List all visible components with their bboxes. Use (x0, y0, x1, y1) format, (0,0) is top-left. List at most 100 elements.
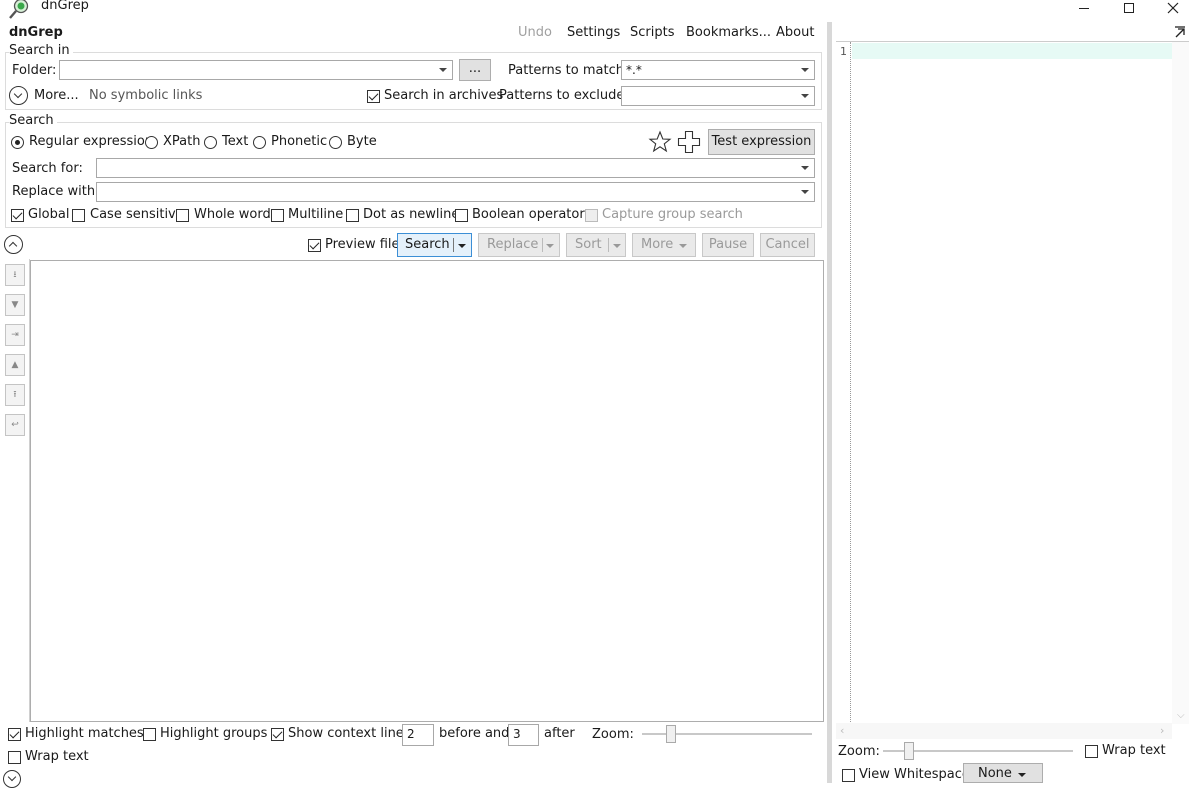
option-boolean-checkbox[interactable] (455, 209, 468, 222)
after-lines-input[interactable]: 3 (508, 724, 539, 746)
more-expander-icon[interactable] (9, 86, 28, 105)
option-global-checkbox[interactable] (11, 209, 24, 222)
patterns-exclude-combo[interactable] (621, 86, 815, 106)
option-case-sensitive-label[interactable]: Case sensitive (90, 207, 184, 223)
undock-icon[interactable] (1173, 26, 1187, 40)
radio-phonetic[interactable] (253, 136, 266, 149)
line-number-gutter (836, 42, 851, 722)
chevron-down-icon[interactable] (458, 244, 466, 248)
previous-file-icon[interactable]: ▲ (5, 354, 25, 376)
scroll-right-icon[interactable]: › (1160, 724, 1164, 737)
vertical-scrollbar[interactable] (1172, 42, 1189, 724)
preview-zoom-label: Zoom: (838, 744, 880, 759)
wrap-back-icon[interactable]: ↩ (5, 414, 25, 436)
show-context-label[interactable]: Show context lines (288, 726, 411, 742)
preview-editor[interactable]: 1 ⌵ (836, 41, 1189, 724)
option-whole-word-checkbox[interactable] (176, 209, 189, 222)
minimize-icon[interactable] (1079, 8, 1089, 9)
before-lines-value: 2 (407, 727, 415, 741)
scroll-left-icon[interactable]: ‹ (840, 724, 844, 737)
zoom-slider-thumb[interactable] (666, 725, 676, 743)
patterns-match-label: Patterns to match: (508, 63, 629, 78)
radio-byte[interactable] (329, 136, 342, 149)
sort-button[interactable]: Sort (566, 233, 626, 257)
show-context-checkbox[interactable] (271, 728, 284, 741)
close-icon[interactable] (1167, 2, 1179, 14)
syntax-dropdown[interactable]: None (963, 763, 1043, 783)
chevron-down-icon (801, 94, 809, 98)
zoom-slider[interactable] (642, 724, 812, 744)
highlight-groups-checkbox[interactable] (143, 728, 156, 741)
collapse-all-icon[interactable]: ⭱ (5, 384, 25, 406)
undo-menu[interactable]: Undo (518, 25, 552, 40)
radio-text-label[interactable]: Text (222, 134, 248, 150)
preview-wrap-checkbox[interactable] (1085, 745, 1098, 758)
preview-file-checkbox[interactable] (308, 239, 321, 252)
radio-regex-label[interactable]: Regular expression (29, 134, 153, 150)
view-whitespace-label[interactable]: View Whitespace (859, 767, 970, 783)
add-bookmark-icon[interactable] (677, 130, 701, 154)
view-whitespace-checkbox[interactable] (842, 769, 855, 782)
after-label: after (544, 726, 575, 741)
results-tree[interactable] (30, 260, 824, 722)
pause-button[interactable]: Pause (702, 233, 754, 257)
option-multiline-checkbox[interactable] (271, 209, 284, 222)
folder-combo[interactable] (59, 60, 453, 80)
collapse-expander-icon[interactable] (4, 235, 23, 254)
search-for-input[interactable] (96, 158, 815, 178)
option-global-label[interactable]: Global (28, 207, 69, 223)
radio-phonetic-label[interactable]: Phonetic (271, 134, 327, 150)
highlight-matches-label[interactable]: Highlight matches (25, 726, 144, 742)
browse-button[interactable]: ... (459, 59, 491, 81)
radio-text[interactable] (204, 136, 217, 149)
about-menu[interactable]: About (776, 25, 814, 40)
line-number: 1 (840, 45, 847, 58)
radio-regex[interactable] (11, 136, 24, 149)
radio-xpath[interactable] (145, 136, 158, 149)
next-match-icon[interactable]: ⇥ (5, 324, 25, 346)
preview-zoom-thumb[interactable] (904, 742, 914, 760)
option-case-sensitive-checkbox[interactable] (72, 209, 85, 222)
before-lines-input[interactable]: 2 (402, 724, 434, 746)
option-multiline-label[interactable]: Multiline (288, 207, 343, 223)
test-expression-button[interactable]: Test expression (708, 129, 815, 155)
wrap-text-label[interactable]: Wrap text (25, 749, 89, 765)
preview-zoom-slider[interactable] (883, 741, 1073, 761)
radio-xpath-label[interactable]: XPath (163, 134, 200, 150)
preview-file-label[interactable]: Preview file (325, 237, 400, 253)
wrap-text-checkbox[interactable] (8, 751, 21, 764)
patterns-match-combo[interactable]: *.* (621, 60, 815, 80)
footer-expander-icon[interactable] (3, 770, 21, 788)
scroll-down-icon[interactable]: ⌵ (1177, 710, 1185, 721)
title-bar: dnGrep (0, 0, 1189, 22)
window-title: dnGrep (41, 0, 89, 13)
preview-wrap-label[interactable]: Wrap text (1102, 743, 1166, 759)
replace-button[interactable]: Replace (478, 233, 560, 257)
settings-menu[interactable]: Settings (567, 25, 620, 40)
replace-with-input[interactable] (96, 182, 815, 202)
vertical-splitter[interactable] (827, 22, 832, 783)
maximize-icon[interactable] (1124, 3, 1134, 13)
more-button-label: More (641, 237, 674, 252)
more-button[interactable]: More (632, 233, 696, 257)
search-archives-label[interactable]: Search in archives (384, 88, 503, 104)
scripts-menu[interactable]: Scripts (630, 25, 674, 40)
expand-all-icon[interactable]: ⭳ (5, 264, 25, 286)
option-boolean-label[interactable]: Boolean operators (472, 207, 591, 223)
replace-with-label: Replace with: (12, 184, 100, 199)
search-archives-checkbox[interactable] (367, 90, 380, 103)
bookmarks-menu[interactable]: Bookmarks... (686, 25, 771, 40)
star-bookmark-icon[interactable] (648, 130, 672, 154)
more-label[interactable]: More... (34, 88, 79, 104)
option-whole-word-label[interactable]: Whole word (194, 207, 271, 223)
option-capture-group-checkbox (585, 209, 598, 222)
option-dot-newline-checkbox[interactable] (346, 209, 359, 222)
next-file-icon[interactable]: ▼ (5, 294, 25, 316)
search-button[interactable]: Search (397, 233, 472, 257)
highlight-matches-checkbox[interactable] (8, 728, 21, 741)
cancel-button[interactable]: Cancel (760, 233, 815, 257)
highlight-groups-label[interactable]: Highlight groups (160, 726, 267, 742)
horizontal-scrollbar[interactable]: ‹ › (836, 723, 1172, 739)
option-dot-newline-label[interactable]: Dot as newline (363, 207, 459, 223)
radio-byte-label[interactable]: Byte (347, 134, 377, 150)
